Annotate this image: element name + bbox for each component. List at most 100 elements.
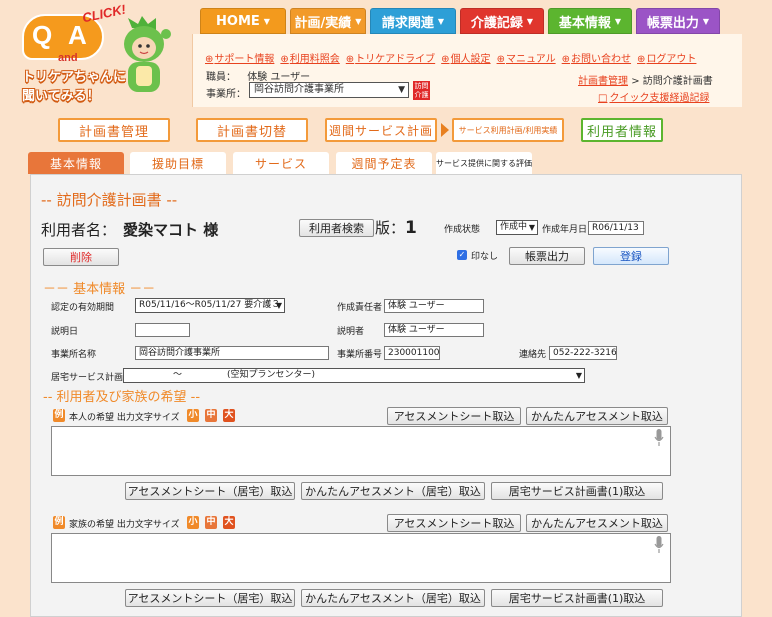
status-select[interactable]: 作成中 ▼: [496, 220, 538, 235]
nav-billing[interactable]: 請求関連 ▼: [370, 8, 456, 34]
tab-evaluation[interactable]: サービス提供に関する評価: [436, 152, 532, 174]
care-plan1-import-button[interactable]: 居宅サービス計画書(1)取込: [491, 589, 663, 607]
form-content: -- 訪問介護計画書 -- 利用者名： 愛染マコト 様 利用者検索 版：1 作成…: [30, 174, 742, 617]
nav-basic-info[interactable]: 基本情報 ▼: [548, 8, 632, 34]
tab-basic-info[interactable]: 基本情報: [28, 152, 124, 174]
caret-down-icon: ▼: [263, 16, 270, 26]
nav-label: 計画/実績: [294, 15, 352, 31]
care-planner-label: 居宅サービス計画者: [51, 373, 133, 383]
link-logout[interactable]: ログアウト: [637, 50, 696, 65]
delete-button[interactable]: 削除: [43, 248, 119, 266]
date-input[interactable]: R06/11/13: [588, 221, 644, 235]
link-manual[interactable]: マニュアル: [497, 50, 556, 65]
family-wish-label: 家族の希望 出力文字サイズ: [69, 520, 180, 530]
assessment-home-import-button[interactable]: アセスメントシート（居宅）取込: [125, 589, 295, 607]
weekly-plan-button[interactable]: 週間サービス計画: [325, 118, 437, 142]
nav-plan[interactable]: 計画/実績 ▼: [290, 8, 366, 34]
link-contact[interactable]: お問い合わせ: [562, 50, 631, 65]
size-large-button[interactable]: 大: [223, 409, 235, 422]
nav-label: 帳票出力: [646, 15, 699, 31]
explainer-input[interactable]: 体験 ユーザー: [384, 323, 484, 337]
assessment-import-button[interactable]: アセスメントシート取込: [387, 407, 521, 425]
size-medium-button[interactable]: 中: [205, 409, 217, 422]
explainer-label: 説明者: [337, 327, 365, 337]
stamp-label: 印なし: [471, 252, 499, 262]
nav-forms[interactable]: 帳票出力 ▼: [636, 8, 720, 34]
example-badge[interactable]: 例: [53, 409, 65, 422]
nav-care-record[interactable]: 介護記録 ▼: [460, 8, 544, 34]
validity-label: 認定の有効期間: [51, 303, 115, 313]
version-label: 版：: [375, 219, 406, 237]
assessment-import-button[interactable]: アセスメントシート取込: [387, 514, 521, 532]
office-name-input[interactable]: 岡谷訪問介護事業所: [135, 346, 329, 360]
breadcrumb-current: 訪問介護計画書: [642, 76, 713, 87]
family-wish-textarea[interactable]: [51, 533, 671, 583]
chevron-down-icon: ▼: [528, 223, 535, 232]
easy-assessment-home-import-button[interactable]: かんたんアセスメント（居宅）取込: [301, 589, 485, 607]
creator-input[interactable]: 体験 ユーザー: [384, 299, 484, 313]
tab-weekly-schedule[interactable]: 週間予定表: [336, 152, 432, 174]
validity-select[interactable]: R05/11/16～R05/11/27 要介護３ ▼: [135, 298, 285, 313]
print-button[interactable]: 帳票出力: [509, 247, 585, 265]
nav-home[interactable]: HOME ▼: [200, 8, 286, 34]
status-label: 作成状態: [444, 225, 481, 235]
arrow-right-icon: [441, 123, 449, 137]
stamp-checkbox[interactable]: ✓: [457, 250, 467, 260]
microphone-icon[interactable]: [654, 429, 664, 447]
breadcrumb-sep: >: [631, 76, 640, 87]
plan-management-button[interactable]: 計画書管理: [58, 118, 170, 142]
care-plan1-import-button[interactable]: 居宅サービス計画書(1)取込: [491, 482, 663, 500]
easy-assessment-home-import-button[interactable]: かんたんアセスメント（居宅）取込: [301, 482, 485, 500]
register-button[interactable]: 登録: [593, 247, 669, 265]
quick-record-link[interactable]: クイック支援経過記録: [598, 89, 709, 104]
size-small-button[interactable]: 小: [187, 409, 199, 422]
header: Q A CLICK! and トリケアちゃんに聞いてみる！ HOME ▼ 計画/実…: [0, 0, 772, 107]
self-wish-label: 本人の希望 出力文字サイズ: [69, 413, 180, 423]
microphone-icon[interactable]: [654, 536, 664, 554]
plan-switch-button[interactable]: 計画書切替: [196, 118, 308, 142]
office-number-input[interactable]: 2300011002: [384, 346, 440, 360]
assessment-home-import-button[interactable]: アセスメントシート（居宅）取込: [125, 482, 295, 500]
creator-label: 作成責任者: [337, 303, 383, 313]
self-wish-textarea[interactable]: [51, 426, 671, 476]
office-label: 事業所：: [206, 89, 246, 100]
user-name: 愛染マコト 様: [123, 221, 219, 239]
office-select[interactable]: 岡谷訪問介護事業所 ▼: [249, 82, 409, 98]
page-title: -- 訪問介護計画書 --: [41, 191, 178, 209]
qa-q: Q: [32, 20, 53, 50]
link-support[interactable]: サポート情報: [205, 50, 274, 65]
size-large-button[interactable]: 大: [223, 516, 235, 529]
nav-label: HOME: [216, 13, 260, 29]
office-value: 岡谷訪問介護事業所: [254, 84, 344, 95]
explain-date-label: 説明日: [51, 327, 79, 337]
size-small-button[interactable]: 小: [187, 516, 199, 529]
nav-label: 請求関連: [381, 15, 434, 31]
office-name-label: 事業所名称: [51, 350, 97, 360]
user-search-button[interactable]: 利用者検索: [299, 219, 374, 237]
easy-assessment-import-button[interactable]: かんたんアセスメント取込: [526, 514, 668, 532]
link-drive[interactable]: トリケアドライブ: [346, 50, 435, 65]
service-usage-button[interactable]: サービス利用計画/利用実績: [452, 118, 564, 142]
chevron-down-icon: ▼: [398, 85, 405, 95]
example-badge[interactable]: 例: [53, 516, 65, 529]
care-planner-select[interactable]: ～ (空知プランセンター) ▼: [123, 368, 585, 383]
mascot-icon: [124, 16, 171, 92]
care-planner-value: ～ (空知プランセンター): [173, 370, 316, 380]
size-medium-button[interactable]: 中: [205, 516, 217, 529]
caret-down-icon: ▼: [614, 16, 622, 26]
qa-logo[interactable]: Q A CLICK! and トリケアちゃんに聞いてみる！: [22, 2, 174, 106]
contact-input[interactable]: 052-222-3216: [549, 346, 617, 360]
user-name-label: 利用者名：: [41, 221, 117, 239]
link-settings[interactable]: 個人設定: [441, 50, 491, 65]
tab-goals[interactable]: 援助目標: [130, 152, 226, 174]
nav-label: 介護記録: [470, 15, 523, 31]
tab-service[interactable]: サービス: [233, 152, 329, 174]
breadcrumb-parent[interactable]: 計画書管理: [578, 76, 628, 87]
easy-assessment-import-button[interactable]: かんたんアセスメント取込: [526, 407, 668, 425]
link-fee[interactable]: 利用料照会: [280, 50, 340, 65]
explain-date-input[interactable]: [135, 323, 190, 337]
version: 版：1: [375, 217, 417, 238]
header-panel: サポート情報 利用料照会 トリケアドライブ 個人設定 マニュアル お問い合わせ …: [192, 34, 742, 107]
user-info-button[interactable]: 利用者情報: [581, 118, 663, 142]
caret-down-icon: ▼: [526, 16, 534, 26]
